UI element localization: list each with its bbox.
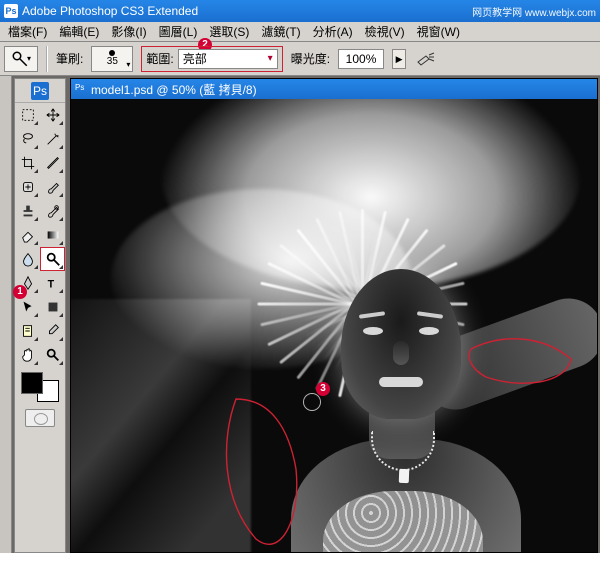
range-value: 亮部 <box>183 50 207 67</box>
exposure-stepper[interactable]: ▶ <box>392 49 406 69</box>
airbrush-toggle[interactable] <box>414 49 438 69</box>
svg-text:T: T <box>47 278 54 290</box>
airbrush-icon <box>416 52 436 66</box>
separator <box>46 46 48 72</box>
tool-stamp[interactable] <box>15 199 40 223</box>
tool-gradient[interactable] <box>40 223 65 247</box>
tool-lasso[interactable] <box>15 127 40 151</box>
document-titlebar[interactable]: Ps model1.psd @ 50% (藍 拷貝/8) <box>71 79 597 99</box>
menu-layer[interactable]: 圖層(L) <box>153 21 204 42</box>
menu-bar[interactable]: 檔案(F) 編輯(E) 影像(I) 圖層(L) 選取(S) 濾鏡(T) 分析(A… <box>0 22 600 42</box>
brush-label: 筆刷: <box>56 50 83 67</box>
tool-shape[interactable] <box>40 295 65 319</box>
toolbox-header[interactable]: Ps <box>15 79 65 103</box>
current-tool-preview[interactable]: ▾ <box>4 46 38 72</box>
range-select[interactable]: 亮部 ▾ <box>178 49 278 69</box>
tool-eraser[interactable] <box>15 223 40 247</box>
tool-dodge[interactable] <box>40 247 65 271</box>
menu-edit[interactable]: 編輯(E) <box>53 21 105 42</box>
tool-slice[interactable] <box>40 151 65 175</box>
menu-analysis[interactable]: 分析(A) <box>307 21 359 42</box>
menu-filter[interactable]: 濾鏡(T) <box>255 21 306 42</box>
color-swatches[interactable] <box>15 367 65 407</box>
chevron-down-icon: ▾ <box>126 60 130 69</box>
tool-wand[interactable] <box>40 127 65 151</box>
window-title: Adobe Photoshop CS3 Extended <box>22 4 472 18</box>
menu-image[interactable]: 影像(I) <box>105 21 152 42</box>
tool-eyedropper[interactable] <box>40 319 65 343</box>
tool-brush[interactable] <box>40 175 65 199</box>
canvas[interactable]: 3 <box>71 99 597 552</box>
menu-file[interactable]: 檔案(F) <box>2 21 53 42</box>
window-titlebar: Ps Adobe Photoshop CS3 Extended 网页教学网 ww… <box>0 0 600 22</box>
range-label: 範圍: <box>146 50 173 67</box>
toolbox: Ps T 1 <box>14 78 66 553</box>
tool-zoom[interactable] <box>40 343 65 367</box>
tool-blur[interactable] <box>15 247 40 271</box>
chevron-down-icon: ▾ <box>268 53 273 64</box>
options-bar: ▾ 筆刷: 35 ▾ 2 範圍: 亮部 ▾ 曝光度: 100% ▶ <box>0 42 600 76</box>
annotation-3: 3 <box>316 382 330 396</box>
watermark-text: 网页教学网 www.webjx.com <box>472 4 596 19</box>
tool-heal[interactable] <box>15 175 40 199</box>
app-icon: Ps <box>31 82 49 100</box>
annotation-1: 1 <box>13 285 27 299</box>
exposure-label: 曝光度: <box>291 50 330 67</box>
range-group: 範圍: 亮部 ▾ <box>141 46 282 72</box>
tool-marquee[interactable] <box>15 103 40 127</box>
menu-window[interactable]: 視窗(W) <box>411 21 466 42</box>
menu-select[interactable]: 選取(S) <box>203 21 255 42</box>
tool-hand[interactable] <box>15 343 40 367</box>
document-window: Ps model1.psd @ 50% (藍 拷貝/8) <box>70 78 598 553</box>
tool-type[interactable]: T <box>40 271 65 295</box>
selection-path <box>71 99 591 552</box>
tool-notes[interactable] <box>15 319 40 343</box>
tool-move[interactable] <box>40 103 65 127</box>
brush-picker[interactable]: 35 ▾ <box>91 46 133 72</box>
tool-crop[interactable] <box>15 151 40 175</box>
quickmask-toggle[interactable] <box>25 409 55 427</box>
dock-strip[interactable] <box>0 76 12 553</box>
tool-history-brush[interactable] <box>40 199 65 223</box>
foreground-color-swatch[interactable] <box>21 372 43 394</box>
document-title: model1.psd @ 50% (藍 拷貝/8) <box>91 81 257 98</box>
workspace: Ps T 1 Ps model1.psd @ 50% (藍 拷貝/8) <box>0 76 600 553</box>
app-icon: Ps <box>4 4 18 18</box>
menu-view[interactable]: 檢視(V) <box>359 21 411 42</box>
document-icon: Ps <box>75 83 87 95</box>
page-margin <box>0 553 600 563</box>
brush-cursor <box>304 394 320 410</box>
brush-size-value: 35 <box>107 56 118 67</box>
exposure-input[interactable]: 100% <box>338 49 384 69</box>
